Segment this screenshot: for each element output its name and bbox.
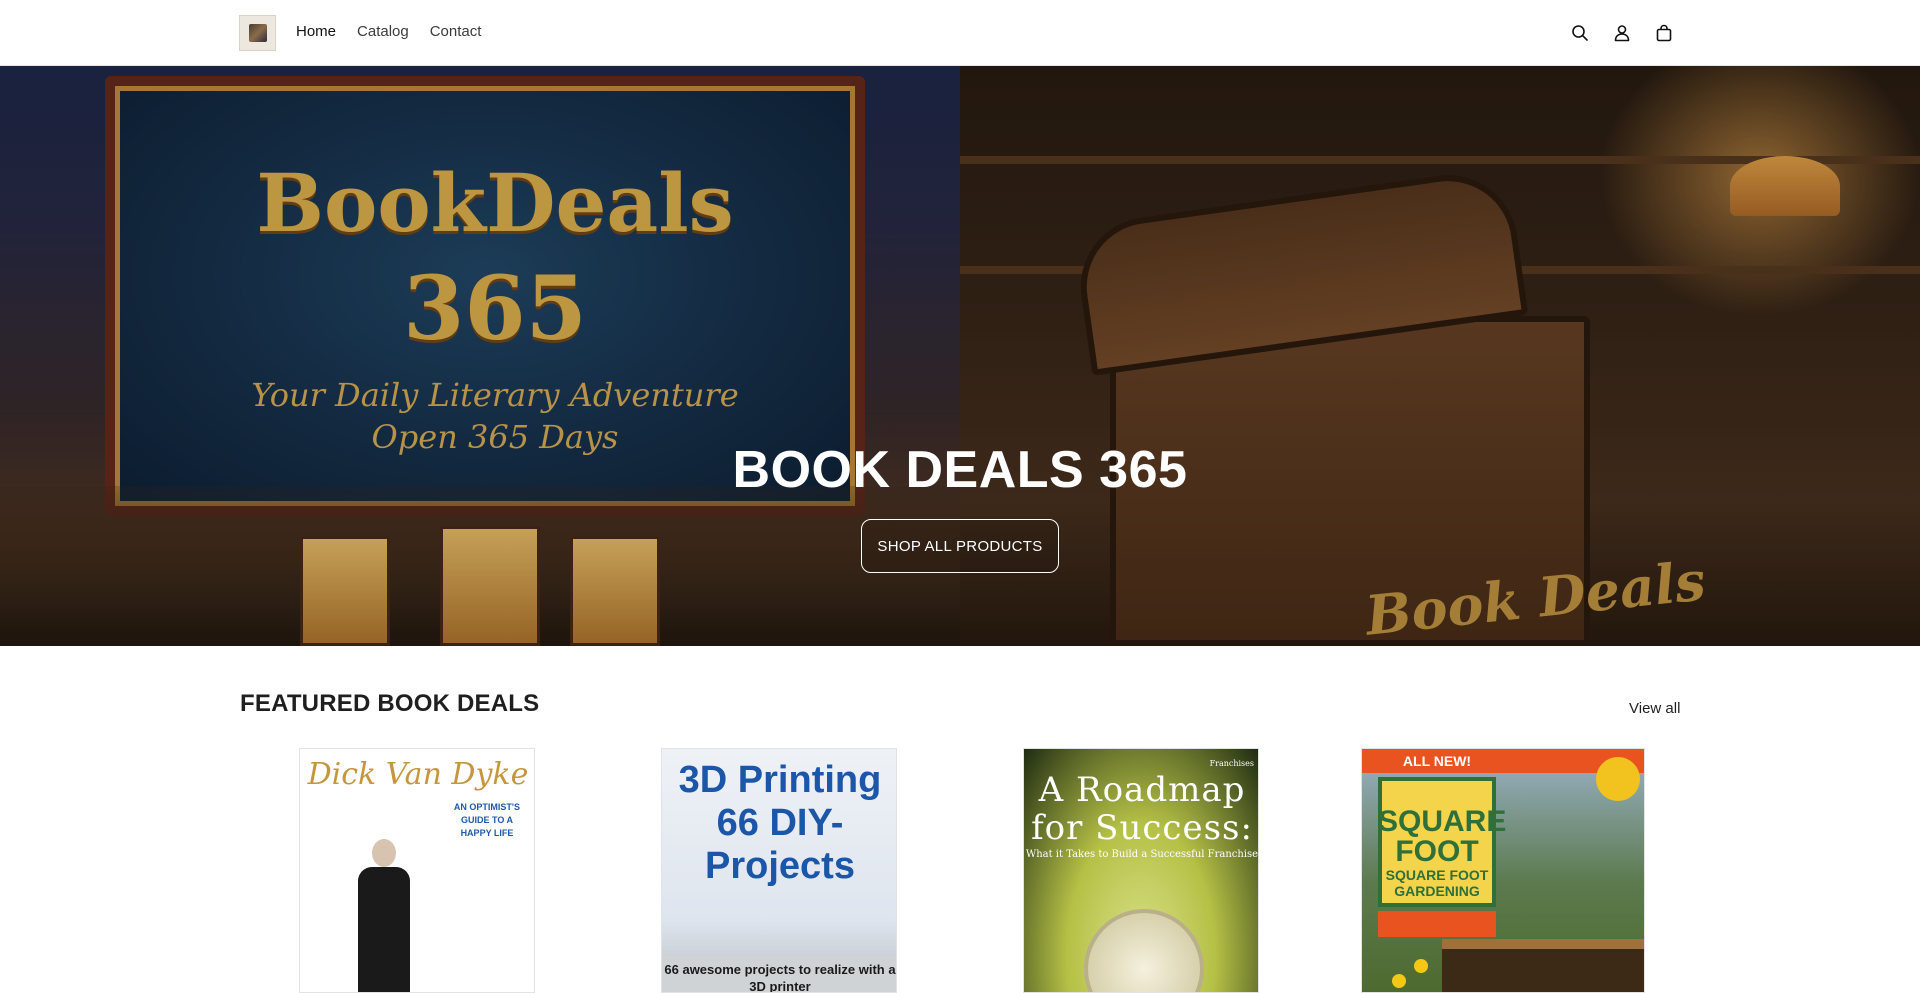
book-title-full: SQUARE FOOT GARDENING [1385, 867, 1489, 899]
product-card-square-foot-gardening[interactable]: ALL NEW! SQUARE FOOT SQUARE FOOT GARDENIN… [1361, 748, 1645, 993]
hero-banner: BookDeals 365 Your Daily Literary Advent… [0, 66, 1920, 646]
account-icon[interactable] [1609, 20, 1635, 46]
header-icons [1567, 20, 1693, 46]
garden-bed [1442, 939, 1644, 992]
title-foot: FOOT [1395, 835, 1479, 868]
book-title: A Roadmap for Success: [1031, 770, 1253, 848]
book-author-name: Dick Van Dyke [307, 757, 529, 792]
flower [1414, 959, 1428, 973]
nav-contact[interactable]: Contact [430, 22, 482, 42]
book-title-part1: SQUARE FOOT [1378, 807, 1506, 868]
product-card-optimists-guide[interactable]: Dick Van Dyke AN OPTIMIST'S GUIDE TO A H… [299, 748, 535, 993]
nav-catalog[interactable]: Catalog [357, 22, 409, 42]
book-series-label: Franchises [1209, 759, 1254, 768]
book-subtitle: What it Takes to Build a Successful Fran… [1025, 849, 1259, 860]
compass-icon [1084, 909, 1204, 992]
title-square: SQUARE [1378, 805, 1507, 838]
nav-home[interactable]: Home [296, 22, 336, 42]
book-title: 3D Printing 66 DIY-Projects [678, 759, 882, 887]
copies-sold-badge [1596, 757, 1640, 801]
cart-icon[interactable] [1651, 20, 1677, 46]
product-card-roadmap-for-success[interactable]: Franchises A Roadmap for Success: What i… [1023, 748, 1259, 993]
store-logo[interactable] [239, 15, 276, 51]
main-nav: Home Catalog Contact [296, 22, 502, 42]
book-subtitle: 66 awesome projects to realize with a 3D… [664, 962, 896, 993]
featured-section-title: FEATURED BOOK DEALS [240, 690, 540, 717]
site-header: Home Catalog Contact [0, 0, 1920, 66]
flower [1392, 974, 1406, 988]
hero-title: BOOK DEALS 365 [732, 441, 1188, 499]
logo-image [248, 24, 267, 42]
view-all-link[interactable]: View all [1629, 700, 1680, 717]
cover-badge-text: ALL NEW! [1402, 753, 1472, 769]
shop-all-products-button[interactable]: SHOP ALL PRODUCTS [861, 519, 1059, 573]
figure-head [372, 839, 396, 867]
edition-ribbon [1378, 911, 1496, 937]
figure-suit [358, 867, 410, 992]
search-icon[interactable] [1567, 20, 1593, 46]
book-subtitle: AN OPTIMIST'S GUIDE TO A HAPPY LIFE [453, 802, 521, 838]
author-figure [350, 839, 420, 992]
product-card-3d-printing[interactable]: 3D Printing 66 DIY-Projects 66 awesome p… [661, 748, 897, 993]
